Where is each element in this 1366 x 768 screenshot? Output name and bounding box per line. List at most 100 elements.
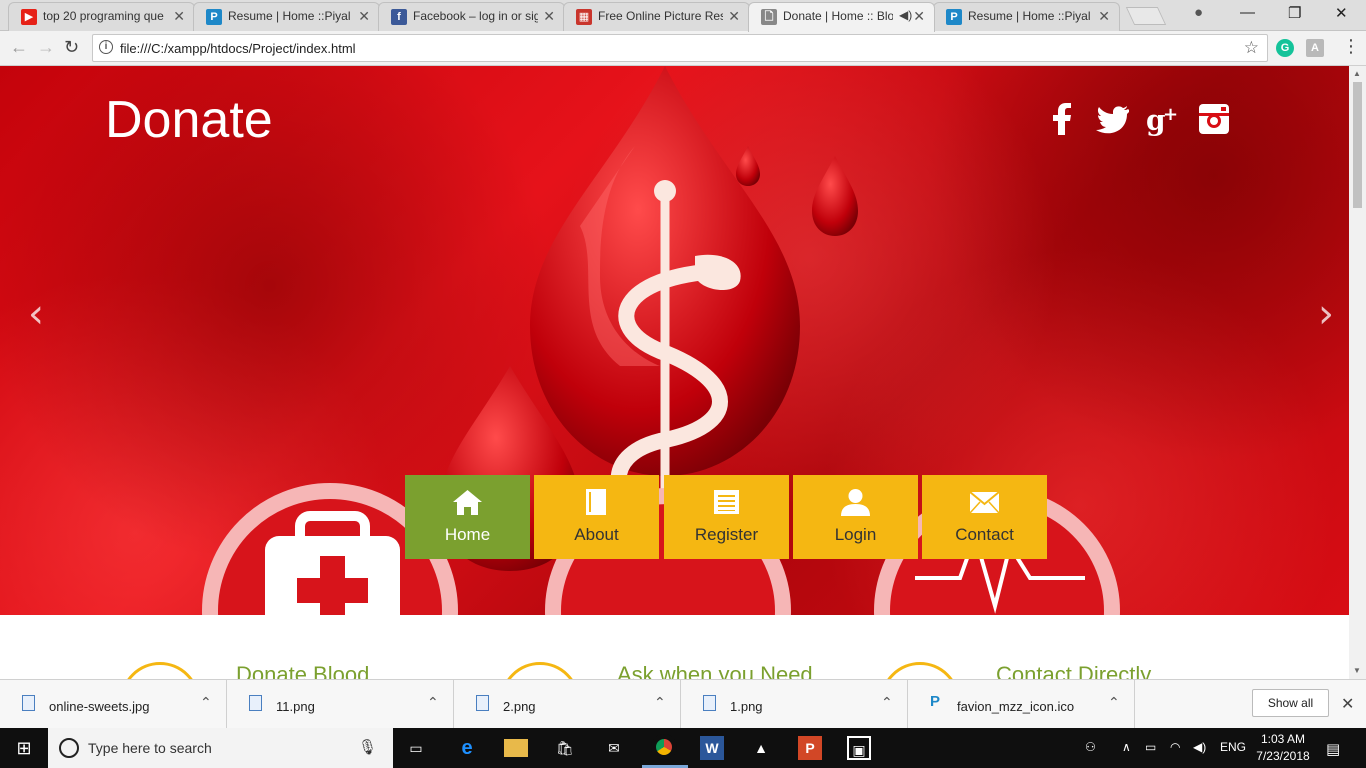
pdf-extension-icon[interactable]: A bbox=[1306, 39, 1324, 57]
close-downloads-icon[interactable]: ✕ bbox=[1341, 694, 1354, 714]
powerpoint-icon[interactable]: P bbox=[798, 736, 822, 760]
image-file-icon bbox=[22, 695, 35, 711]
minimize-button[interactable]: — bbox=[1240, 4, 1255, 21]
tab-donate[interactable]: 🗋 Donate | Home :: Blo ◀) ✕ bbox=[748, 2, 935, 32]
download-item[interactable]: P favion_mzz_icon.ico ⌃ bbox=[908, 680, 1135, 729]
site-title: Donate bbox=[105, 91, 273, 149]
tab-resume-2[interactable]: P Resume | Home ::Piyal ✕ bbox=[933, 2, 1120, 31]
windows-start-icon[interactable]: ⊞ bbox=[12, 736, 36, 760]
volume-icon[interactable]: ◀) bbox=[1193, 740, 1206, 754]
store-icon[interactable]: 🛍 bbox=[553, 736, 577, 760]
tab-resume-1[interactable]: P Resume | Home ::Piyal ✕ bbox=[193, 2, 380, 31]
tab-youtube[interactable]: ▶ top 20 programing que ✕ bbox=[8, 2, 195, 31]
microphone-icon[interactable]: 🎙 bbox=[358, 738, 377, 756]
chevron-up-icon[interactable]: ⌃ bbox=[427, 694, 439, 711]
chevron-up-icon[interactable]: ⌃ bbox=[200, 694, 212, 711]
chevron-up-icon[interactable]: ⌃ bbox=[1108, 694, 1120, 711]
p-icon: P bbox=[930, 693, 941, 710]
tab-picture-resize[interactable]: ▦ Free Online Picture Res ✕ bbox=[563, 2, 750, 31]
menu-label: Login bbox=[834, 525, 877, 544]
chevron-up-icon[interactable]: ⌃ bbox=[654, 694, 666, 711]
page-scrollbar[interactable]: ▲ ▼ bbox=[1349, 66, 1366, 679]
grammarly-extension-icon[interactable]: G bbox=[1276, 39, 1294, 57]
download-item[interactable]: 1.png ⌃ bbox=[681, 680, 908, 729]
reload-button[interactable]: ↻ bbox=[64, 37, 79, 58]
tab-title: Facebook – log in or sig bbox=[413, 9, 538, 23]
window-close-button[interactable]: ✕ bbox=[1335, 4, 1348, 22]
tab-title: Free Online Picture Res bbox=[598, 9, 723, 23]
close-tab-icon[interactable]: ✕ bbox=[913, 8, 925, 25]
language-indicator[interactable]: ENG bbox=[1220, 740, 1246, 754]
app-icon[interactable]: ▣ bbox=[847, 736, 871, 760]
image-file-icon bbox=[476, 695, 489, 711]
download-filename: online-sweets.jpg bbox=[49, 699, 150, 714]
close-tab-icon[interactable]: ✕ bbox=[173, 8, 185, 25]
facebook-icon[interactable] bbox=[1046, 102, 1080, 136]
battery-icon[interactable]: ▭ bbox=[1145, 740, 1156, 754]
url-text[interactable]: file:///C:/xampp/htdocs/Project/index.ht… bbox=[120, 41, 356, 56]
menu-register[interactable]: Register bbox=[664, 475, 789, 559]
forward-button[interactable]: → bbox=[37, 37, 55, 58]
instagram-icon[interactable] bbox=[1197, 102, 1231, 136]
speaker-icon[interactable]: ◀) bbox=[899, 8, 912, 22]
image-file-icon bbox=[249, 695, 262, 711]
home-icon bbox=[453, 490, 482, 515]
word-icon[interactable]: W bbox=[700, 736, 724, 760]
carousel-prev-arrow[interactable]: ‹ bbox=[28, 291, 44, 337]
clock-time[interactable]: 1:03 AM bbox=[1258, 732, 1308, 746]
photos-icon[interactable]: ▲ bbox=[749, 736, 773, 760]
download-item[interactable]: online-sweets.jpg ⌃ bbox=[0, 680, 227, 729]
menu-home[interactable]: Home bbox=[405, 475, 530, 559]
address-bar[interactable]: i file:///C:/xampp/htdocs/Project/index.… bbox=[92, 34, 1268, 62]
twitter-icon[interactable] bbox=[1095, 102, 1129, 136]
list-icon bbox=[714, 490, 739, 514]
google-plus-icon[interactable]: g + bbox=[1146, 102, 1180, 136]
clock-date[interactable]: 7/23/2018 bbox=[1255, 749, 1311, 763]
carousel-next-arrow[interactable]: › bbox=[1318, 291, 1334, 337]
page-icon: 🗋 bbox=[761, 9, 777, 25]
info-icon[interactable]: i bbox=[99, 40, 113, 54]
notification-icon[interactable]: ▤ bbox=[1326, 740, 1340, 758]
close-tab-icon[interactable]: ✕ bbox=[728, 8, 740, 25]
edge-icon[interactable]: e bbox=[455, 736, 479, 760]
chrome-icon[interactable] bbox=[651, 734, 677, 760]
new-tab-button[interactable] bbox=[1125, 7, 1167, 25]
back-button[interactable]: ← bbox=[10, 37, 28, 58]
bookmark-star-icon[interactable]: ☆ bbox=[1244, 38, 1259, 58]
close-tab-icon[interactable]: ✕ bbox=[358, 8, 370, 25]
tab-title: Resume | Home ::Piyal bbox=[228, 9, 351, 23]
profile-icon[interactable]: ● bbox=[1194, 4, 1203, 21]
maximize-button[interactable]: ❐ bbox=[1288, 4, 1301, 22]
browser-toolbar: ← → ↻ i file:///C:/xampp/htdocs/Project/… bbox=[0, 31, 1366, 66]
chevron-up-icon[interactable]: ⌃ bbox=[881, 694, 893, 711]
download-item[interactable]: 2.png ⌃ bbox=[454, 680, 681, 729]
close-tab-icon[interactable]: ✕ bbox=[1098, 8, 1110, 25]
user-icon bbox=[841, 489, 870, 516]
menu-label: Register bbox=[694, 525, 759, 544]
page-viewport: Donate g + ‹ › Home About Register Login… bbox=[0, 66, 1349, 679]
close-tab-icon[interactable]: ✕ bbox=[543, 8, 555, 25]
feature-circle-contact bbox=[880, 662, 960, 679]
file-explorer-icon[interactable] bbox=[504, 739, 528, 757]
p-icon: P bbox=[946, 9, 962, 25]
task-view-icon[interactable]: ▭ bbox=[404, 736, 428, 760]
menu-contact[interactable]: Contact bbox=[922, 475, 1047, 559]
menu-about[interactable]: About bbox=[534, 475, 659, 559]
taskbar-search[interactable]: Type here to search 🎙 bbox=[48, 728, 393, 768]
download-filename: 2.png bbox=[503, 699, 536, 714]
menu-login[interactable]: Login bbox=[793, 475, 918, 559]
cortana-icon bbox=[59, 738, 79, 758]
scroll-down-icon[interactable]: ▼ bbox=[1353, 666, 1361, 675]
chrome-menu-icon[interactable]: ⋮ bbox=[1342, 36, 1360, 57]
scroll-up-icon[interactable]: ▲ bbox=[1353, 69, 1361, 78]
mail-icon[interactable]: ✉ bbox=[602, 736, 626, 760]
scroll-thumb[interactable] bbox=[1353, 82, 1362, 208]
tab-facebook[interactable]: f Facebook – log in or sig ✕ bbox=[378, 2, 565, 31]
download-filename: favion_mzz_icon.ico bbox=[957, 699, 1075, 714]
download-item[interactable]: 11.png ⌃ bbox=[227, 680, 454, 729]
show-all-button[interactable]: Show all bbox=[1252, 689, 1329, 717]
chevron-up-icon[interactable]: ∧ bbox=[1122, 740, 1131, 754]
wifi-icon[interactable]: ◠ bbox=[1170, 740, 1180, 754]
people-icon[interactable]: ⚇ bbox=[1085, 740, 1096, 754]
tab-title: top 20 programing que bbox=[43, 9, 164, 23]
